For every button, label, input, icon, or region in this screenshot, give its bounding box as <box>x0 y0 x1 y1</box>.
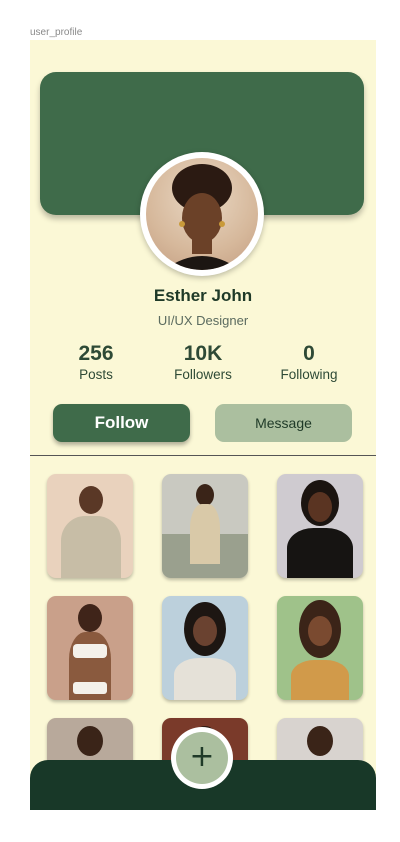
profile-role: UI/UX Designer <box>157 313 249 328</box>
stat-posts-value: 256 <box>78 342 114 365</box>
divider <box>30 455 376 456</box>
frame-label: user_profile <box>30 27 83 38</box>
avatar[interactable] <box>140 152 264 276</box>
follow-button[interactable]: Follow <box>53 404 190 442</box>
stat-following-value: 0 <box>303 342 315 365</box>
post-photo-2[interactable] <box>162 474 248 578</box>
post-photo-5[interactable] <box>162 596 248 700</box>
plus-icon: + <box>176 732 228 784</box>
stat-followers-value: 10K <box>183 342 223 365</box>
stat-followers-label: Followers <box>174 367 232 382</box>
post-photo-6[interactable] <box>277 596 363 700</box>
message-button[interactable]: Message <box>215 404 352 442</box>
stat-posts[interactable]: 256 Posts <box>51 342 141 384</box>
profile-name: Esther John <box>153 286 253 305</box>
post-photo-3[interactable] <box>277 474 363 578</box>
avatar-photo <box>146 158 258 270</box>
add-post-button[interactable]: + <box>171 727 233 789</box>
post-photo-1[interactable] <box>47 474 133 578</box>
stat-following[interactable]: 0 Following <box>264 342 354 384</box>
stat-following-label: Following <box>280 367 338 382</box>
profile-screen: Esther John UI/UX Designer 256 Posts 10K… <box>30 40 376 810</box>
post-photo-4[interactable] <box>47 596 133 700</box>
avatar-portrait-image <box>164 164 240 270</box>
stat-followers[interactable]: 10K Followers <box>158 342 248 384</box>
stat-posts-label: Posts <box>79 367 113 382</box>
